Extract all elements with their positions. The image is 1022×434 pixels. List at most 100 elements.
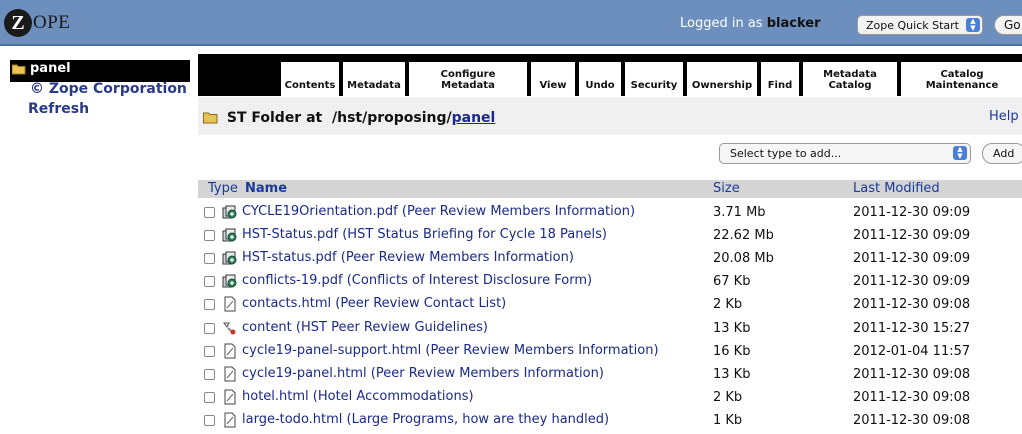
management-tabs: Contents Metadata Configure Metadata Vie… bbox=[198, 54, 1022, 96]
item-name-link[interactable]: content (HST Peer Review Guidelines) bbox=[242, 320, 488, 335]
item-size: 1 Kb bbox=[713, 412, 743, 428]
table-row: HST-Status.pdf (HST Status Briefing for … bbox=[198, 224, 1022, 247]
logo-letter: Z bbox=[4, 9, 32, 37]
column-header-last-modified[interactable]: Last Modified bbox=[853, 181, 940, 196]
breadcrumb-path[interactable]: /hst/proposing/ bbox=[332, 110, 452, 126]
file-stack-icon bbox=[222, 204, 238, 220]
select-arrows-icon: ▲ ▼ bbox=[966, 18, 980, 32]
item-size: 13 Kb bbox=[713, 366, 751, 382]
row-checkbox[interactable] bbox=[204, 345, 215, 357]
help-link[interactable]: Help bbox=[989, 109, 1019, 124]
table-row: HST-status.pdf (Peer Review Members Info… bbox=[198, 247, 1022, 270]
item-last-modified: 2011-12-30 09:08 bbox=[853, 412, 971, 428]
logged-in-prefix: Logged in as bbox=[680, 16, 763, 31]
item-name-link[interactable]: cycle19-panel.html (Peer Review Members … bbox=[242, 366, 604, 381]
add-type-placeholder: Select type to add... bbox=[730, 147, 842, 160]
row-checkbox[interactable] bbox=[204, 253, 215, 265]
row-checkbox[interactable] bbox=[204, 299, 215, 311]
row-checkbox[interactable] bbox=[204, 230, 215, 242]
item-size: 13 Kb bbox=[713, 320, 751, 336]
tab-metadata[interactable]: Metadata bbox=[342, 62, 406, 96]
top-bar: Z OPE Logged in as blacker Zope Quick St… bbox=[0, 0, 1022, 46]
item-last-modified: 2011-12-30 09:08 bbox=[853, 389, 971, 405]
add-type-select[interactable]: Select type to add... ▲ ▼ bbox=[719, 143, 971, 164]
tab-label: Catalog Maintenance bbox=[925, 69, 999, 91]
row-checkbox[interactable] bbox=[204, 276, 215, 288]
tab-configure-metadata[interactable]: Configure Metadata bbox=[408, 62, 528, 96]
logo-text: OPE bbox=[33, 12, 71, 33]
table-row: large-todo.html (Large Programs, how are… bbox=[198, 409, 1022, 432]
tree-root-panel[interactable]: panel bbox=[10, 60, 190, 82]
column-header-name[interactable]: Name bbox=[245, 181, 287, 196]
row-checkbox[interactable] bbox=[204, 207, 215, 218]
item-last-modified: 2012-01-04 11:57 bbox=[853, 343, 971, 359]
file-stack-icon bbox=[222, 227, 238, 243]
item-name-link[interactable]: HST-status.pdf (Peer Review Members Info… bbox=[242, 250, 574, 265]
add-button[interactable]: Add bbox=[982, 143, 1022, 164]
item-name-link[interactable]: large-todo.html (Large Programs, how are… bbox=[242, 412, 609, 427]
quick-start-label: Zope Quick Start bbox=[866, 18, 959, 32]
select-arrows-icon: ▲ ▼ bbox=[953, 146, 967, 160]
document-icon bbox=[222, 389, 238, 405]
tab-catalog-maintenance[interactable]: Catalog Maintenance bbox=[900, 62, 1022, 96]
tab-security[interactable]: Security bbox=[624, 62, 684, 96]
item-name-link[interactable]: cycle19-panel-support.html (Peer Review … bbox=[242, 343, 659, 358]
item-size: 3.71 Mb bbox=[713, 205, 766, 220]
copyright-link[interactable]: © Zope Corporation bbox=[30, 81, 187, 97]
quick-start-select[interactable]: Zope Quick Start ▲ ▼ bbox=[857, 15, 983, 35]
table-row: content (HST Peer Review Guidelines) 13 K… bbox=[198, 317, 1022, 340]
tree-root-label: panel bbox=[30, 61, 71, 76]
item-last-modified: 2011-12-30 09:08 bbox=[853, 366, 971, 382]
tab-undo[interactable]: Undo bbox=[578, 62, 622, 96]
table-row: hotel.html (Hotel Accommodations) 2 Kb 201… bbox=[198, 386, 1022, 409]
item-last-modified: 2011-12-30 09:09 bbox=[853, 228, 971, 244]
item-name-link[interactable]: hotel.html (Hotel Accommodations) bbox=[242, 389, 474, 404]
table-header: Type Name Size Last Modified bbox=[198, 180, 1022, 198]
table-row: cycle19-panel.html (Peer Review Members … bbox=[198, 363, 1022, 386]
script-icon bbox=[222, 320, 238, 336]
item-last-modified: 2011-12-30 15:27 bbox=[853, 320, 971, 336]
row-checkbox[interactable] bbox=[204, 391, 215, 403]
row-checkbox[interactable] bbox=[204, 322, 215, 334]
tab-ownership[interactable]: Ownership bbox=[686, 62, 758, 96]
zope-logo[interactable]: Z OPE bbox=[4, 8, 70, 38]
item-name-link[interactable]: CYCLE19Orientation.pdf (Peer Review Memb… bbox=[242, 204, 635, 219]
column-header-size[interactable]: Size bbox=[713, 181, 740, 196]
item-last-modified: 2011-12-30 09:09 bbox=[853, 205, 971, 220]
row-checkbox[interactable] bbox=[204, 368, 215, 380]
item-name-link[interactable]: contacts.html (Peer Review Contact List) bbox=[242, 296, 506, 311]
table-row: conflicts-19.pdf (Conflicts of Interest … bbox=[198, 270, 1022, 293]
left-navigation: panel © Zope Corporation Refresh bbox=[0, 54, 194, 434]
file-stack-icon bbox=[222, 273, 238, 289]
document-icon bbox=[222, 366, 238, 382]
file-stack-icon bbox=[222, 250, 238, 266]
document-icon bbox=[222, 296, 238, 312]
breadcrumb-current[interactable]: panel bbox=[452, 110, 496, 126]
item-size: 22.62 Mb bbox=[713, 228, 774, 244]
folder-icon bbox=[11, 63, 26, 81]
username: blacker bbox=[766, 16, 821, 31]
tab-metadata-catalog[interactable]: Metadata Catalog bbox=[802, 62, 898, 96]
tab-label: Configure Metadata bbox=[440, 69, 496, 91]
go-button[interactable]: Go bbox=[994, 15, 1022, 35]
document-icon bbox=[222, 343, 238, 359]
logged-in-status: Logged in as blacker bbox=[680, 16, 820, 31]
item-last-modified: 2011-12-30 09:08 bbox=[853, 297, 971, 313]
refresh-link[interactable]: Refresh bbox=[28, 101, 89, 117]
folder-type-label: ST Folder at bbox=[226, 110, 323, 126]
row-checkbox[interactable] bbox=[204, 414, 215, 426]
item-name-link[interactable]: HST-Status.pdf (HST Status Briefing for … bbox=[242, 227, 607, 242]
tab-view[interactable]: View bbox=[530, 62, 576, 96]
item-size: 2 Kb bbox=[713, 297, 743, 313]
tab-find[interactable]: Find bbox=[760, 62, 800, 96]
item-size: 20.08 Mb bbox=[713, 251, 774, 267]
table-row: cycle19-panel-support.html (Peer Review … bbox=[198, 340, 1022, 363]
tab-contents[interactable]: Contents bbox=[280, 62, 340, 96]
item-last-modified: 2011-12-30 09:09 bbox=[853, 251, 971, 267]
tab-label: Metadata Catalog bbox=[823, 69, 877, 91]
table-row: contacts.html (Peer Review Contact List)… bbox=[198, 293, 1022, 316]
item-size: 67 Kb bbox=[713, 274, 751, 290]
item-name-link[interactable]: conflicts-19.pdf (Conflicts of Interest … bbox=[242, 273, 592, 288]
column-header-type[interactable]: Type bbox=[208, 181, 238, 196]
item-last-modified: 2011-12-30 09:09 bbox=[853, 274, 971, 290]
